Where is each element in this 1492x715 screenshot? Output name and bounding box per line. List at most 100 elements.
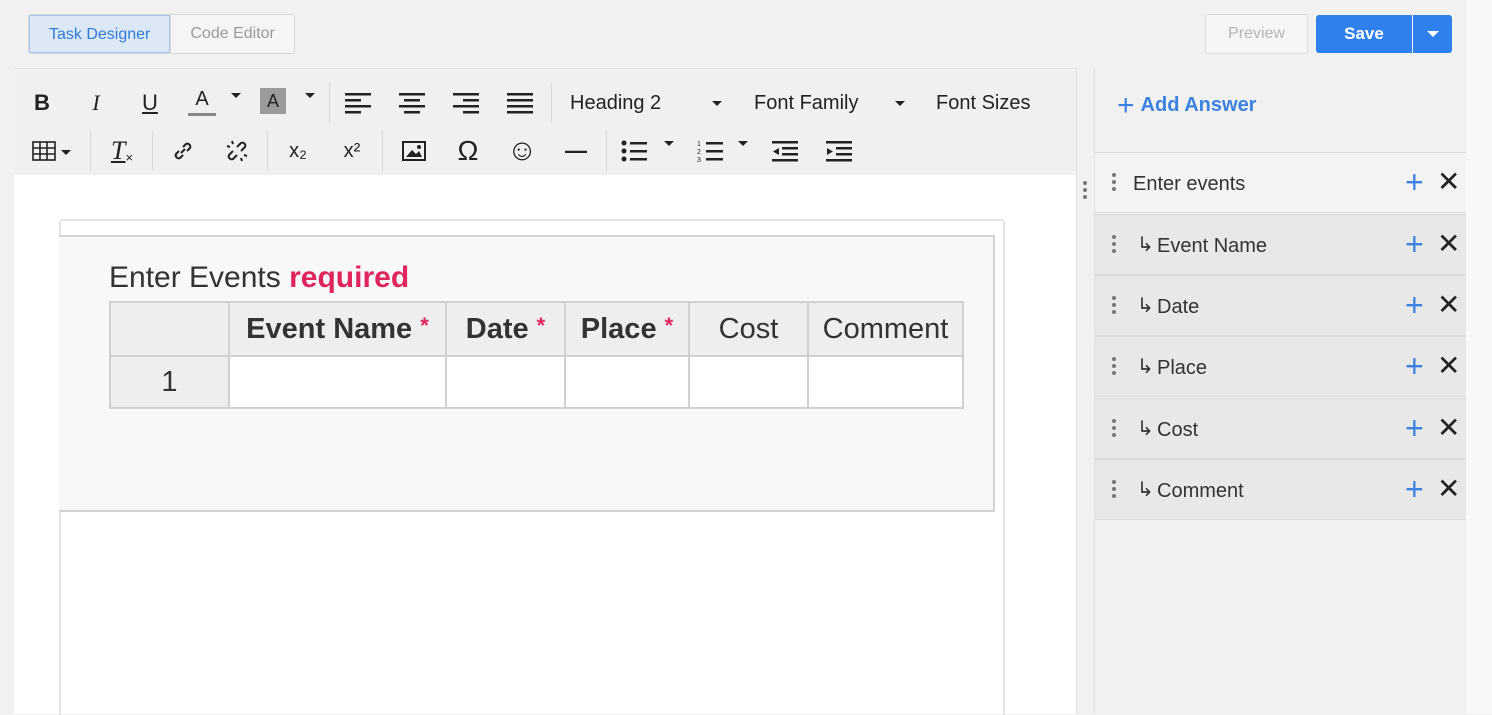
- add-answer-button[interactable]: + Add Answer: [1117, 88, 1256, 122]
- unlink-icon[interactable]: [223, 134, 251, 168]
- drag-handle-icon: [1083, 181, 1087, 202]
- align-left-icon[interactable]: [344, 86, 372, 120]
- child-arrow-icon: ↳: [1137, 418, 1154, 440]
- add-child-icon[interactable]: +: [1405, 412, 1424, 444]
- table-icon[interactable]: [30, 134, 58, 168]
- outdent-icon[interactable]: [771, 134, 799, 168]
- numbered-list-icon[interactable]: 123: [696, 134, 724, 168]
- answer-label: Place: [1157, 357, 1208, 379]
- font-color-button[interactable]: A: [188, 86, 216, 116]
- toolbar-divider: [152, 131, 153, 171]
- list-item[interactable]: ↳ Cost + ✕: [1095, 398, 1467, 459]
- svg-text:2: 2: [697, 149, 701, 156]
- list-item[interactable]: ↳ Place + ✕: [1095, 336, 1467, 397]
- add-child-icon[interactable]: +: [1405, 166, 1424, 198]
- toolbar-divider: [551, 83, 552, 123]
- required-star: *: [420, 312, 429, 338]
- preview-button[interactable]: Preview: [1205, 14, 1308, 54]
- close-icon[interactable]: ✕: [1437, 413, 1460, 443]
- list-item[interactable]: ↳ Event Name + ✕: [1095, 214, 1467, 275]
- svg-text:1: 1: [697, 141, 701, 148]
- add-child-icon[interactable]: +: [1405, 228, 1424, 260]
- events-table: Event Name * Date * Place * Cost Comment…: [109, 301, 964, 409]
- required-star: *: [664, 312, 674, 338]
- tab-code-editor[interactable]: Code Editor: [170, 15, 294, 53]
- close-icon[interactable]: ✕: [1437, 229, 1460, 259]
- horizontal-line-button[interactable]: —: [562, 134, 590, 168]
- table-cell[interactable]: [564, 355, 690, 409]
- required-star: *: [536, 312, 546, 338]
- save-button[interactable]: Save: [1316, 15, 1412, 53]
- bullet-list-caret[interactable]: [664, 141, 674, 146]
- table-cell[interactable]: [807, 355, 964, 409]
- background-color-caret[interactable]: [305, 93, 315, 98]
- column-header-event-name: Event Name *: [228, 301, 447, 357]
- list-item[interactable]: ↳ Comment + ✕: [1095, 459, 1467, 520]
- heading-select[interactable]: Heading 2: [570, 86, 661, 120]
- add-child-icon[interactable]: +: [1405, 289, 1424, 321]
- emoji-button[interactable]: ☺: [507, 134, 538, 168]
- drag-handle-icon[interactable]: [1112, 173, 1116, 194]
- close-icon[interactable]: ✕: [1437, 474, 1460, 504]
- rich-text-editor: B I U A A Heading 2 Font Family Font Siz…: [14, 68, 1076, 715]
- align-right-icon[interactable]: [452, 86, 480, 120]
- font-color-caret[interactable]: [231, 93, 241, 98]
- indent-icon[interactable]: [825, 134, 853, 168]
- image-icon[interactable]: [400, 134, 428, 168]
- answer-label: Date: [1157, 296, 1200, 318]
- child-arrow-icon: ↳: [1137, 234, 1154, 256]
- table-caret[interactable]: [61, 150, 71, 155]
- subscript-button[interactable]: x₂: [284, 134, 312, 168]
- font-family-select[interactable]: Font Family: [754, 86, 858, 120]
- bold-button[interactable]: B: [28, 86, 56, 120]
- tab-task-designer[interactable]: Task Designer: [29, 15, 171, 53]
- toolbar-divider: [329, 83, 330, 123]
- answer-label: Cost: [1157, 419, 1199, 441]
- top-bar: Task Designer Code Editor Preview Save: [0, 0, 1492, 68]
- special-character-button[interactable]: Ω: [454, 134, 482, 168]
- table-cell[interactable]: [445, 355, 566, 409]
- align-justify-icon[interactable]: [506, 86, 534, 120]
- close-icon[interactable]: ✕: [1437, 351, 1460, 381]
- drag-handle-icon[interactable]: [1112, 296, 1116, 317]
- clear-formatting-icon[interactable]: T ×: [108, 134, 136, 168]
- answer-label: Enter events: [1133, 173, 1246, 195]
- table-cell[interactable]: [688, 355, 809, 409]
- italic-button[interactable]: I: [82, 86, 110, 120]
- close-icon[interactable]: ✕: [1437, 167, 1460, 197]
- column-label: Place: [580, 312, 657, 345]
- clear-formatting-x: ×: [125, 149, 134, 165]
- row-number: 1: [109, 355, 230, 409]
- add-child-icon[interactable]: +: [1405, 350, 1424, 382]
- drag-handle-icon[interactable]: [1112, 419, 1116, 440]
- font-family-caret[interactable]: [895, 101, 905, 106]
- drag-handle-icon[interactable]: [1112, 235, 1116, 256]
- close-icon[interactable]: ✕: [1437, 290, 1460, 320]
- events-form-preview: Enter Events required Event Name * Date …: [59, 235, 995, 512]
- toolbar-divider: [606, 131, 607, 171]
- toolbar-divider: [267, 131, 268, 171]
- drag-handle-icon[interactable]: [1112, 357, 1116, 378]
- superscript-button[interactable]: x²: [338, 134, 366, 168]
- panel-splitter[interactable]: [1076, 68, 1094, 714]
- plus-icon: +: [1117, 88, 1135, 122]
- add-child-icon[interactable]: +: [1405, 473, 1424, 505]
- numbered-list-caret[interactable]: [738, 141, 748, 146]
- drag-handle-icon[interactable]: [1112, 480, 1116, 501]
- table-cell[interactable]: [228, 355, 447, 409]
- save-dropdown-button[interactable]: [1413, 15, 1452, 53]
- bullet-list-icon[interactable]: [620, 134, 648, 168]
- heading-select-caret[interactable]: [712, 101, 722, 106]
- align-center-icon[interactable]: [398, 86, 426, 120]
- child-arrow-icon: ↳: [1137, 295, 1154, 317]
- list-item[interactable]: ↳ Date + ✕: [1095, 275, 1467, 336]
- background-color-button[interactable]: A: [260, 88, 286, 114]
- required-label: required: [289, 261, 410, 294]
- list-item[interactable]: Enter events + ✕: [1095, 152, 1467, 213]
- column-label: Event Name: [246, 312, 413, 345]
- toolbar-divider: [382, 131, 383, 171]
- underline-button[interactable]: U: [136, 86, 164, 120]
- link-icon[interactable]: [169, 134, 197, 168]
- row-number-header: [109, 301, 230, 357]
- font-sizes-select[interactable]: Font Sizes: [936, 86, 1030, 120]
